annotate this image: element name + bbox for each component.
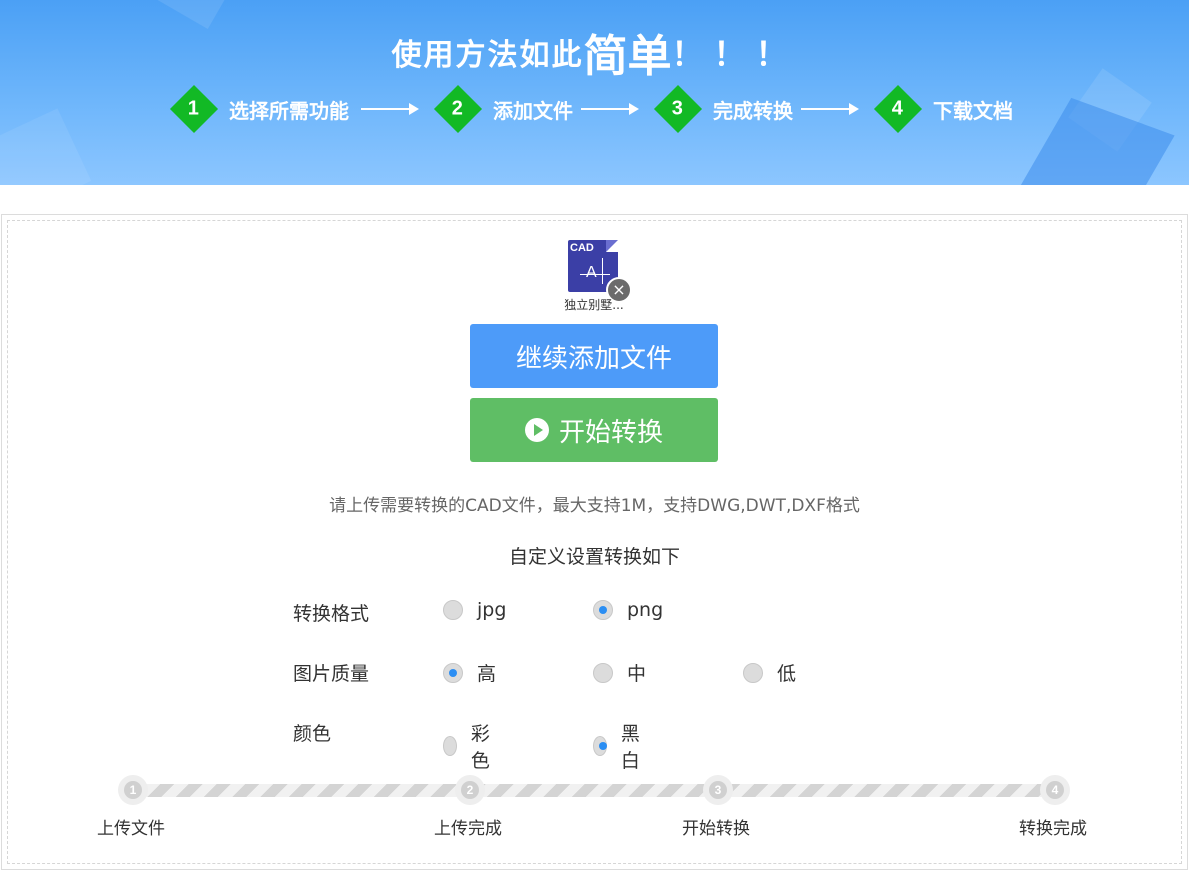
radio-quality-high[interactable]: 高: [443, 659, 496, 686]
arrow-right-icon: [801, 103, 859, 115]
usage-step-label: 下载文档: [933, 98, 1013, 123]
play-icon: [524, 418, 549, 442]
usage-step-4: 4 下载文档: [873, 84, 1013, 134]
color-label: 颜色: [293, 723, 332, 745]
step-number-badge: 3: [653, 84, 703, 134]
settings-title: 自定义设置转换如下: [508, 546, 680, 568]
banner-title-exclaim: ！！！: [671, 35, 798, 73]
usage-step-label: 完成转换: [713, 98, 793, 123]
banner-title-part1: 使用方法如此: [391, 38, 584, 73]
arrow-right-icon: [361, 103, 419, 115]
progress-label-4: 转换完成: [1019, 819, 1087, 839]
quality-label: 图片质量: [293, 663, 370, 685]
radio-circle[interactable]: [593, 662, 613, 683]
arrow-right-icon: [581, 103, 639, 115]
radio-circle[interactable]: [443, 736, 457, 756]
usage-step-label: 选择所需功能: [229, 98, 349, 123]
progress-node-3: 3: [703, 775, 733, 805]
radio-color-bw[interactable]: 黑白: [593, 719, 646, 773]
file-name: 独立别墅...: [564, 298, 624, 312]
usage-step-1: 1 选择所需功能: [169, 84, 349, 134]
radio-circle-selected[interactable]: [443, 662, 463, 683]
radio-color-color[interactable]: 彩色: [443, 719, 496, 773]
banner: 使用方法如此简单！！！ 1 选择所需功能 2 添加文件 3 完成转换 4 下载文…: [0, 0, 1189, 185]
uploaded-file: CAD A × 独立别墅...: [558, 240, 634, 316]
start-convert-button[interactable]: 开始转换: [470, 398, 718, 462]
progress-label-2: 上传完成: [434, 819, 502, 839]
radio-quality-medium[interactable]: 中: [593, 659, 646, 686]
progress-node-4: 4: [1040, 775, 1070, 805]
progress-label-3: 开始转换: [682, 819, 750, 839]
banner-title: 使用方法如此简单！！！: [0, 20, 1189, 84]
step-number-badge: 2: [433, 84, 483, 134]
radio-circle-selected[interactable]: [593, 736, 607, 756]
radio-circle[interactable]: [443, 600, 463, 620]
step-number-badge: 4: [873, 84, 923, 134]
radio-format-jpg[interactable]: jpg: [443, 599, 506, 621]
radio-circle[interactable]: [743, 662, 763, 683]
progress-track: [132, 784, 1054, 797]
add-more-files-label: 继续添加文件: [515, 343, 672, 374]
step-number-badge: 1: [169, 84, 219, 134]
banner-title-emphasis: 简单: [583, 31, 672, 82]
add-more-files-button[interactable]: 继续添加文件: [470, 324, 718, 388]
format-label: 转换格式: [293, 603, 370, 625]
usage-step-3: 3 完成转换: [653, 84, 793, 134]
progress-label-1: 上传文件: [97, 819, 165, 839]
usage-steps: 1 选择所需功能 2 添加文件 3 完成转换 4 下载文档: [0, 84, 1189, 134]
usage-step-2: 2 添加文件: [433, 84, 573, 134]
start-convert-label: 开始转换: [558, 417, 663, 448]
progress-node-2: 2: [455, 775, 485, 805]
radio-format-png[interactable]: png: [593, 599, 663, 621]
usage-step-label: 添加文件: [493, 98, 573, 123]
upload-hint: 请上传需要转换的CAD文件，最大支持1M，支持DWG,DWT,DXF格式: [329, 496, 860, 516]
progress-node-1: 1: [118, 775, 148, 805]
radio-circle-selected[interactable]: [593, 600, 613, 620]
radio-quality-low[interactable]: 低: [743, 659, 796, 686]
